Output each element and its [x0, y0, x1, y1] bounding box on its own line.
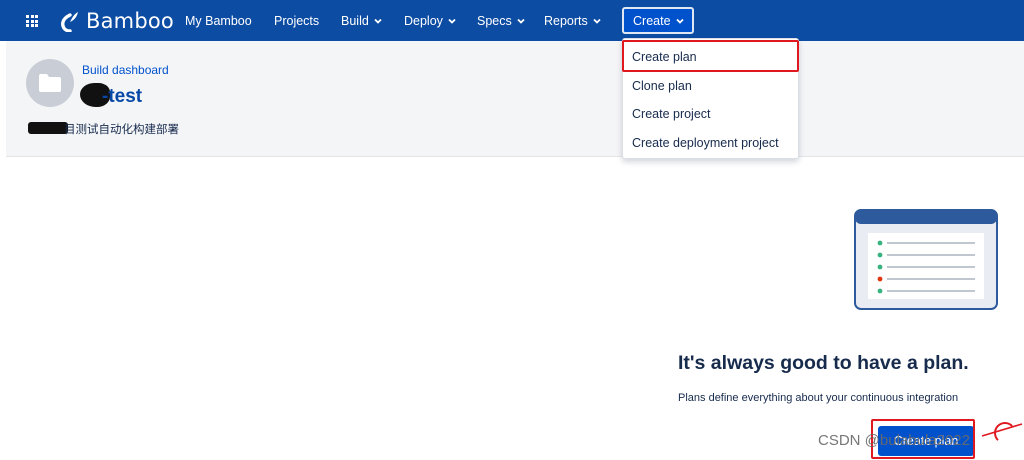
- menu-item-create-project[interactable]: Create project: [623, 100, 798, 129]
- menu-item-clone-plan[interactable]: Clone plan: [623, 72, 798, 101]
- chevron-down-icon: [675, 18, 684, 24]
- chevron-down-icon: [517, 18, 525, 24]
- nav-specs[interactable]: Specs: [477, 14, 525, 28]
- top-navigation: Bamboo My Bamboo Projects Build Deploy S…: [0, 0, 1024, 41]
- menu-item-label: Clone plan: [632, 78, 692, 93]
- nav-projects[interactable]: Projects: [274, 14, 319, 28]
- plan-list-illustration: [854, 209, 998, 310]
- nav-reports[interactable]: Reports: [544, 14, 601, 28]
- breadcrumb-build-dashboard[interactable]: Build dashboard: [82, 63, 169, 77]
- app-switcher-icon[interactable]: [26, 15, 38, 27]
- bamboo-logo[interactable]: Bamboo: [60, 9, 174, 33]
- create-label: Create: [633, 13, 671, 28]
- empty-state-title: It's always good to have a plan.: [678, 352, 969, 374]
- bamboo-page: Bamboo My Bamboo Projects Build Deploy S…: [0, 0, 1024, 460]
- page-title: -test: [102, 86, 143, 107]
- nav-deploy[interactable]: Deploy: [404, 14, 456, 28]
- chevron-down-icon: [593, 18, 601, 24]
- nav-label: Specs: [477, 14, 512, 28]
- nav-label: Build: [341, 14, 369, 28]
- nav-my-bamboo[interactable]: My Bamboo: [185, 14, 252, 28]
- bamboo-logo-icon: [61, 12, 78, 32]
- folder-icon: [39, 74, 61, 92]
- watermark-text: CSDN @bulabula2022: [818, 432, 970, 449]
- chevron-down-icon: [374, 18, 382, 24]
- empty-state-subtitle: Plans define everything about your conti…: [678, 392, 959, 404]
- menu-item-label: Create deployment project: [632, 135, 779, 150]
- redaction-mark: [28, 122, 68, 134]
- menu-item-create-deployment-project[interactable]: Create deployment project: [623, 129, 798, 158]
- nav-label: Deploy: [404, 14, 443, 28]
- menu-item-label: Create project: [632, 107, 711, 122]
- nav-label: Reports: [544, 14, 588, 28]
- nav-label: Projects: [274, 14, 320, 28]
- annotation-highlight-box: [622, 40, 799, 72]
- logo-text: Bamboo: [86, 9, 174, 33]
- create-button[interactable]: Create: [622, 7, 694, 34]
- project-description: 目测试自动化构建部署: [64, 124, 179, 136]
- nav-build[interactable]: Build: [341, 14, 382, 28]
- annotation-circle: [994, 422, 1016, 444]
- chevron-down-icon: [448, 18, 456, 24]
- nav-label: My Bamboo: [185, 14, 252, 28]
- project-avatar: [26, 59, 74, 107]
- page-header: Build dashboard -test 目测试自动化构建部署: [6, 41, 1024, 157]
